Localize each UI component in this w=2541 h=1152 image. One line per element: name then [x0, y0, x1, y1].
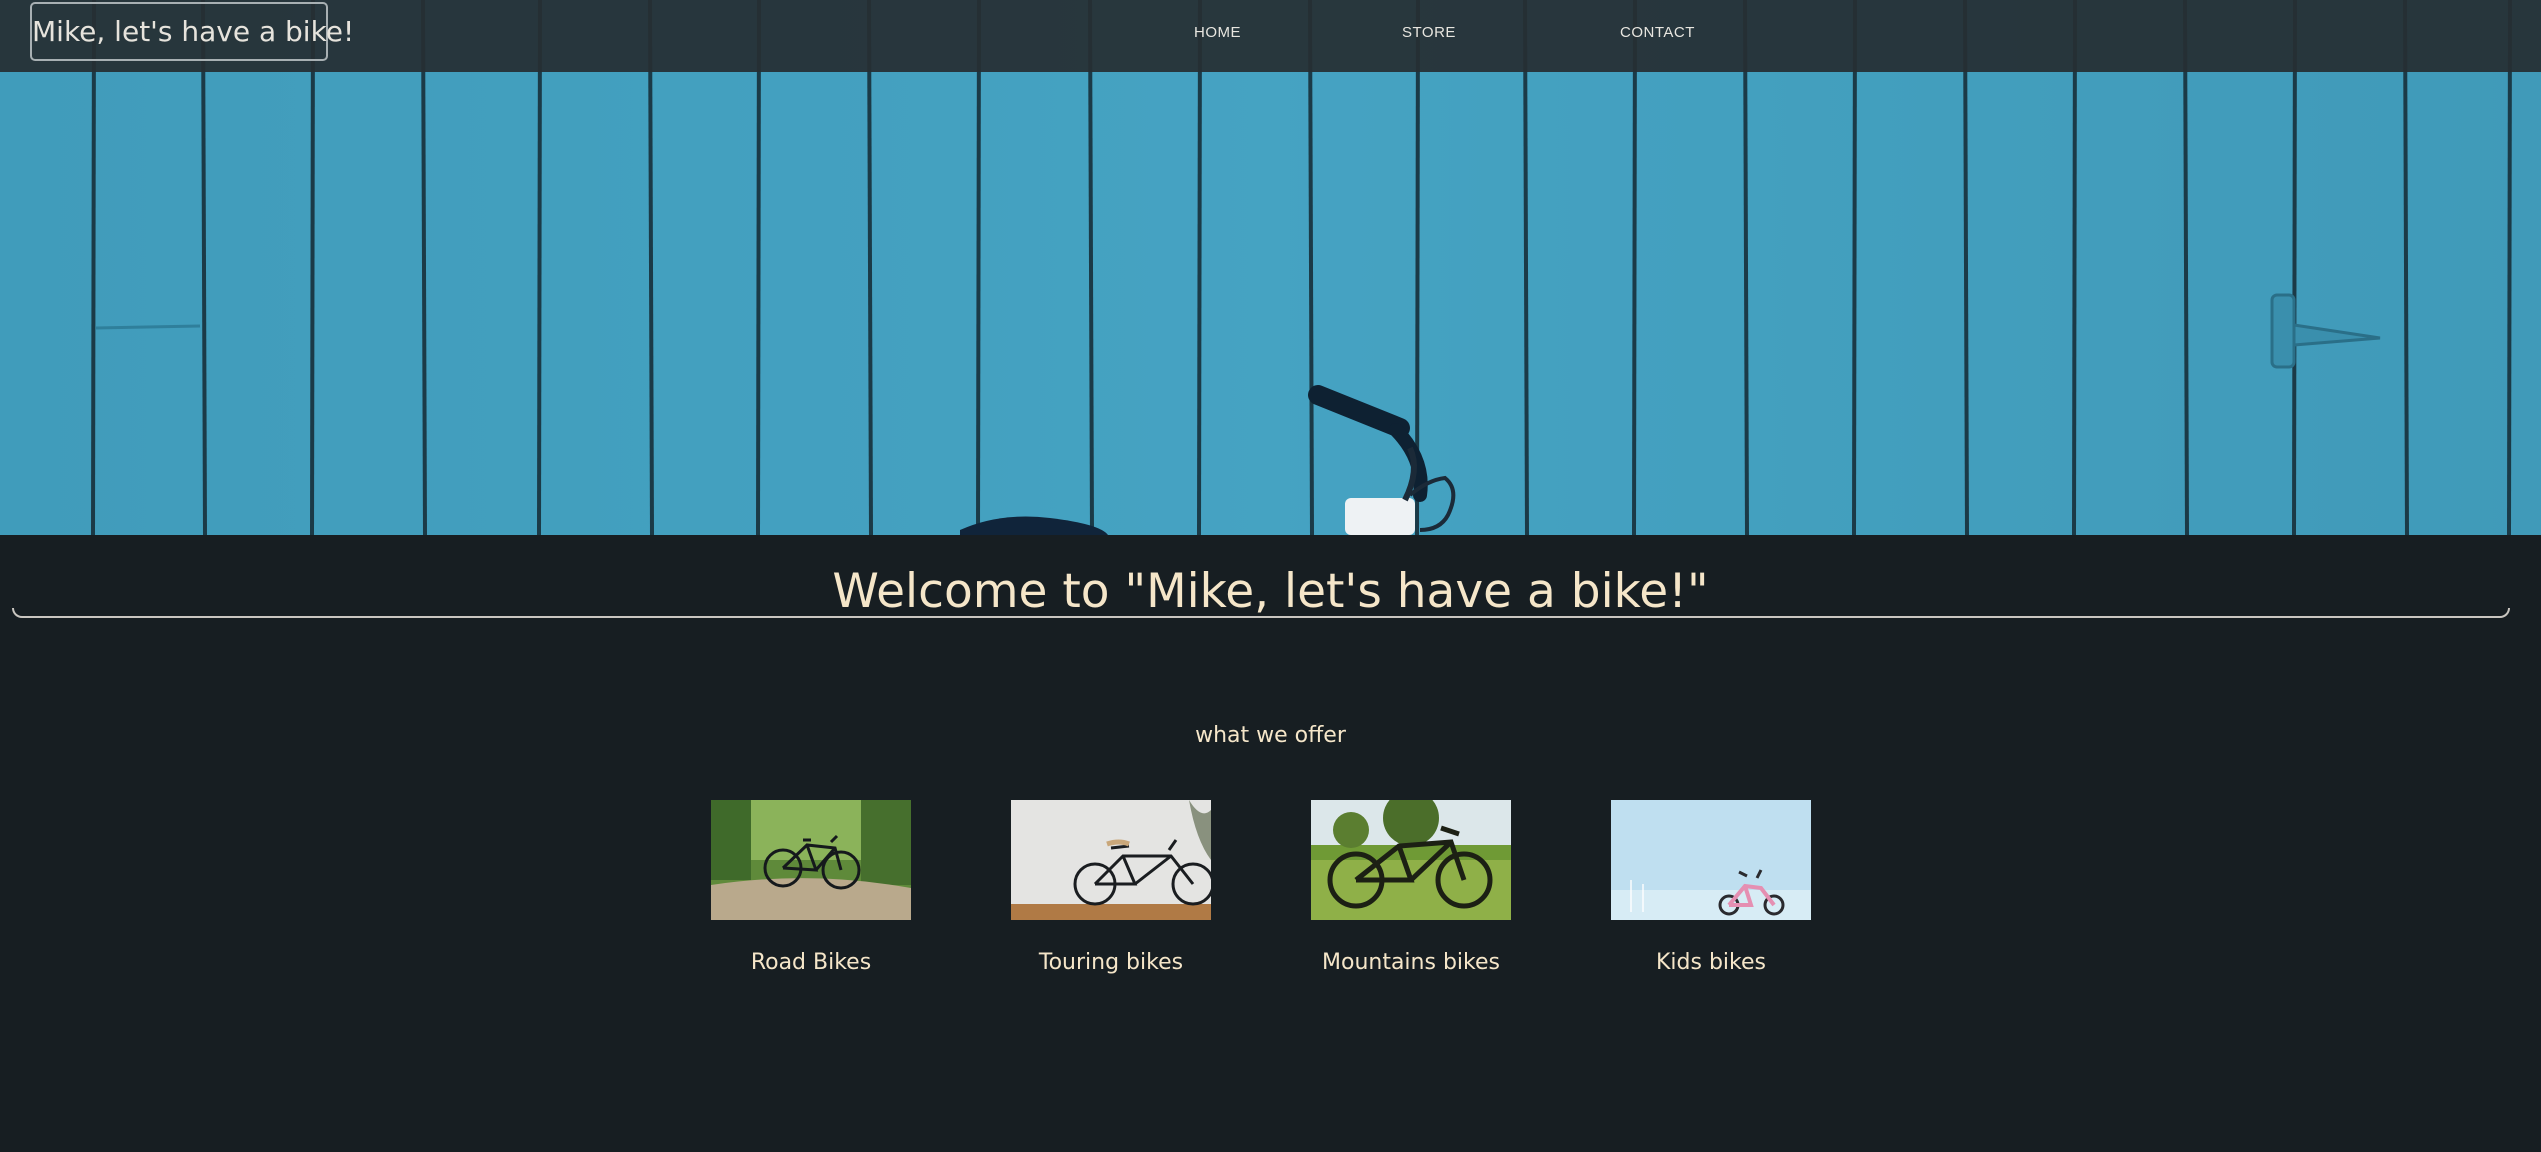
- offer-card-road-bikes[interactable]: Road Bikes: [711, 800, 911, 975]
- fence-seam: [1088, 0, 1094, 535]
- fence-seam: [2072, 0, 2077, 535]
- kids-bike-image[interactable]: [1611, 800, 1811, 920]
- fence-seam: [310, 0, 315, 535]
- hero-fence-bike-illustration: [0, 0, 2541, 535]
- fence-seam: [537, 0, 542, 535]
- page: Mike, let's have a bike! HOME STORE CONT…: [0, 0, 2541, 1152]
- offer-heading: what we offer: [1195, 723, 1346, 748]
- nav-contact-link[interactable]: CONTACT: [1620, 24, 1695, 41]
- welcome-divider: [12, 608, 2510, 618]
- offer-label-mountain-bikes: Mountains bikes: [1322, 950, 1500, 975]
- fence-seam: [756, 0, 761, 535]
- offer-label-road-bikes: Road Bikes: [750, 950, 872, 975]
- fence-seam: [2403, 0, 2409, 535]
- fence-seam: [91, 0, 96, 535]
- top-navigation-bar: Mike, let's have a bike! HOME STORE CONT…: [0, 0, 2541, 72]
- fence-seam: [976, 0, 981, 535]
- fence-seam: [201, 0, 207, 535]
- offer-card-touring-bikes[interactable]: Touring bikes: [1011, 800, 1211, 975]
- fence-seam: [2507, 0, 2512, 535]
- fence-seam: [2292, 0, 2297, 535]
- offer-card-kids-bikes[interactable]: Kids bikes: [1611, 800, 1811, 975]
- fence-seam: [1632, 0, 1637, 535]
- offer-label-kids-bikes: Kids bikes: [1656, 950, 1766, 975]
- offer-card-mountain-bikes[interactable]: Mountains bikes: [1311, 800, 1511, 975]
- brand-logo[interactable]: Mike, let's have a bike!: [30, 2, 354, 61]
- fence-seam: [648, 0, 654, 535]
- fence-seam: [1963, 0, 1969, 535]
- hero-image: Mike, let's have a bike! HOME STORE CONT…: [0, 0, 2541, 535]
- fence-seam: [1197, 0, 1202, 535]
- nav-home-link[interactable]: HOME: [1194, 24, 1241, 41]
- mountain-bike-image[interactable]: [1311, 800, 1511, 920]
- fence-seam: [1852, 0, 1857, 535]
- fence-seam: [421, 0, 427, 535]
- fence-seam: [1523, 0, 1529, 535]
- fence-seam: [1743, 0, 1749, 535]
- road-bike-image[interactable]: [711, 800, 911, 920]
- offer-label-touring-bikes: Touring bikes: [1038, 950, 1184, 975]
- fence-seam: [2183, 0, 2189, 535]
- nav-store-link[interactable]: STORE: [1402, 24, 1456, 41]
- touring-bike-image[interactable]: [1011, 800, 1211, 920]
- fence-seam: [1308, 0, 1314, 535]
- fence-seam: [867, 0, 873, 535]
